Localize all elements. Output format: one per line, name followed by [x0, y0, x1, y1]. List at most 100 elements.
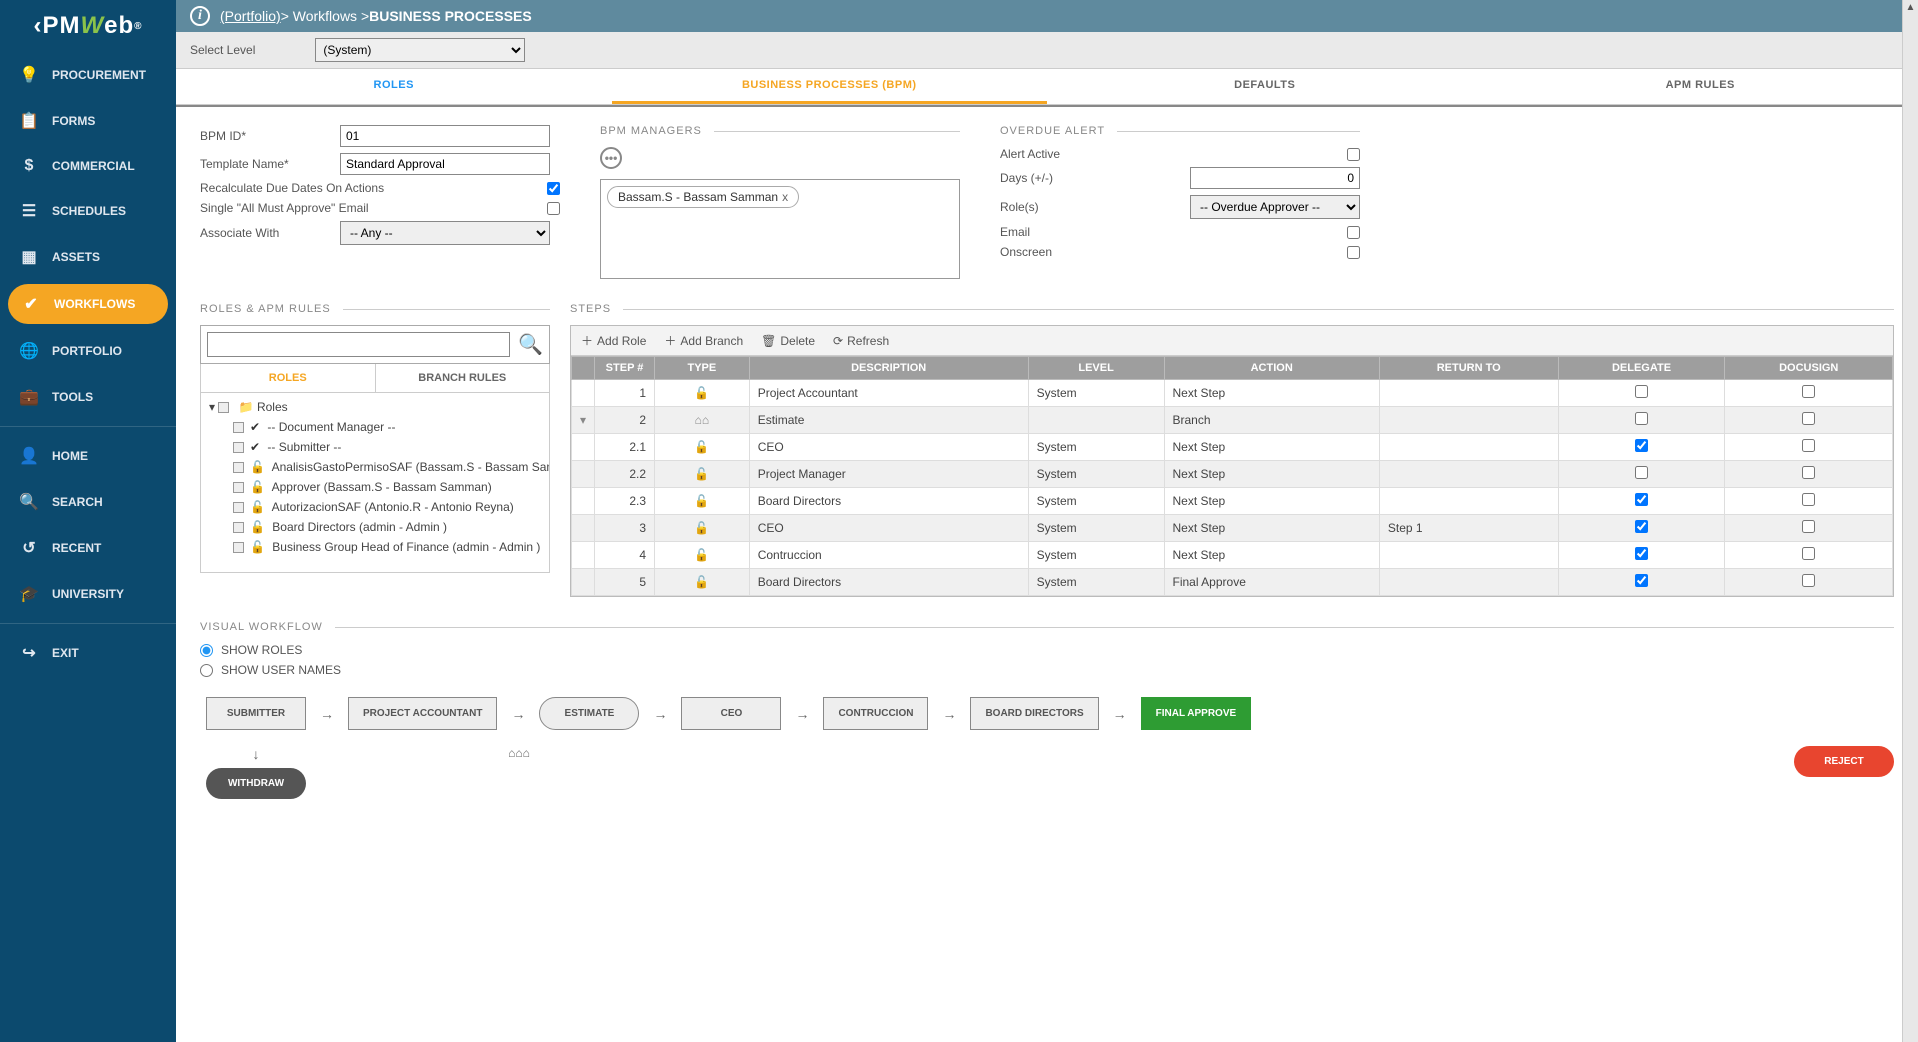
- overdue-onscreen-checkbox[interactable]: [1347, 246, 1360, 259]
- nav-schedules[interactable]: ☰SCHEDULES: [0, 188, 176, 234]
- docusign-checkbox[interactable]: [1802, 520, 1815, 533]
- overdue-email-checkbox[interactable]: [1347, 226, 1360, 239]
- docusign-checkbox[interactable]: [1802, 547, 1815, 560]
- node-final-approve[interactable]: FINAL APPROVE: [1141, 697, 1252, 730]
- overdue-onscreen-label: Onscreen: [1000, 245, 1347, 259]
- table-row[interactable]: 2.1🔓CEOSystemNext Step: [572, 434, 1893, 461]
- docusign-checkbox[interactable]: [1802, 439, 1815, 452]
- bpm-id-label: BPM ID*: [200, 129, 340, 143]
- info-icon[interactable]: i: [190, 6, 210, 26]
- node-contruccion[interactable]: CONTRUCCION: [823, 697, 928, 730]
- delegate-checkbox[interactable]: [1635, 547, 1648, 560]
- roles-tree[interactable]: ▾ 📁 Roles ✔ -- Document Manager --✔ -- S…: [200, 393, 550, 573]
- delegate-checkbox[interactable]: [1635, 466, 1648, 479]
- single-email-label: Single "All Must Approve" Email: [200, 201, 547, 215]
- nav-commercial[interactable]: $COMMERCIAL: [0, 144, 176, 188]
- show-usernames-label: SHOW USER NAMES: [221, 663, 341, 677]
- recalc-checkbox[interactable]: [547, 182, 560, 195]
- nav-procurement[interactable]: 💡PROCUREMENT: [0, 52, 176, 98]
- tree-item[interactable]: 🔓 Business Group Head of Finance (admin …: [205, 537, 545, 557]
- main-tabs: ROLES BUSINESS PROCESSES (BPM) DEFAULTS …: [176, 69, 1918, 105]
- table-row[interactable]: 2.2🔓Project ManagerSystemNext Step: [572, 461, 1893, 488]
- node-board-directors[interactable]: BOARD DIRECTORS: [970, 697, 1098, 730]
- delegate-checkbox[interactable]: [1635, 520, 1648, 533]
- delegate-checkbox[interactable]: [1635, 412, 1648, 425]
- refresh-button[interactable]: ⟳ Refresh: [833, 332, 889, 349]
- nav-assets[interactable]: ▦ASSETS: [0, 234, 176, 280]
- days-input[interactable]: [1190, 167, 1360, 189]
- show-roles-label: SHOW ROLES: [221, 643, 302, 657]
- managers-more-icon[interactable]: •••: [600, 147, 622, 169]
- node-estimate[interactable]: ESTIMATE: [539, 697, 639, 730]
- roles-search-input[interactable]: [207, 332, 510, 357]
- table-row[interactable]: 5🔓Board DirectorsSystemFinal Approve: [572, 569, 1893, 596]
- select-level-dropdown[interactable]: (System): [315, 38, 525, 62]
- node-reject[interactable]: REJECT: [1794, 746, 1894, 777]
- docusign-checkbox[interactable]: [1802, 574, 1815, 587]
- breadcrumb-portfolio-link[interactable]: (Portfolio): [220, 8, 281, 24]
- alert-active-checkbox[interactable]: [1347, 148, 1360, 161]
- associate-dropdown[interactable]: -- Any --: [340, 221, 550, 245]
- show-roles-radio[interactable]: [200, 644, 213, 657]
- nav-tools[interactable]: 💼TOOLS: [0, 374, 176, 420]
- delegate-checkbox[interactable]: [1635, 385, 1648, 398]
- nav-home[interactable]: 👤HOME: [0, 433, 176, 479]
- delegate-checkbox[interactable]: [1635, 439, 1648, 452]
- search-icon[interactable]: 🔍: [518, 332, 543, 357]
- node-ceo[interactable]: CEO: [681, 697, 781, 730]
- nav-recent[interactable]: ↺RECENT: [0, 525, 176, 571]
- select-level-label: Select Level: [190, 43, 255, 57]
- nav-search[interactable]: 🔍SEARCH: [0, 479, 176, 525]
- tab-defaults[interactable]: DEFAULTS: [1047, 69, 1483, 104]
- add-role-button[interactable]: ＋ Add Role: [581, 332, 646, 349]
- subtab-roles[interactable]: ROLES: [201, 364, 375, 392]
- table-row[interactable]: 2.3🔓Board DirectorsSystemNext Step: [572, 488, 1893, 515]
- single-email-checkbox[interactable]: [547, 202, 560, 215]
- level-bar: Select Level (System): [176, 32, 1918, 69]
- nav-university[interactable]: 🎓UNIVERSITY: [0, 571, 176, 617]
- tab-apm-rules[interactable]: APM RULES: [1483, 69, 1918, 104]
- tree-item[interactable]: 🔓 Approver (Bassam.S - Bassam Samman): [205, 477, 545, 497]
- template-name-input[interactable]: [340, 153, 550, 175]
- docusign-checkbox[interactable]: [1802, 493, 1815, 506]
- nav-portfolio[interactable]: 🌐PORTFOLIO: [0, 328, 176, 374]
- template-name-label: Template Name*: [200, 157, 340, 171]
- subtab-branch-rules[interactable]: BRANCH RULES: [375, 364, 550, 392]
- tree-item[interactable]: 🔓 Board Directors (admin - Admin ): [205, 517, 545, 537]
- overdue-roles-dropdown[interactable]: -- Overdue Approver --: [1190, 195, 1360, 219]
- nav-workflows[interactable]: ✔WORKFLOWS: [8, 284, 168, 324]
- docusign-checkbox[interactable]: [1802, 412, 1815, 425]
- node-project-accountant[interactable]: PROJECT ACCOUNTANT: [348, 697, 497, 730]
- delete-button[interactable]: 🗑 Delete: [761, 332, 815, 349]
- scrollbar[interactable]: ▲: [1902, 0, 1918, 1042]
- add-branch-button[interactable]: ＋ Add Branch: [664, 332, 743, 349]
- delegate-checkbox[interactable]: [1635, 493, 1648, 506]
- tree-root[interactable]: ▾ 📁 Roles: [205, 397, 545, 417]
- node-submitter[interactable]: SUBMITTER: [206, 697, 306, 730]
- table-row[interactable]: ▾2⌂⌂EstimateBranch: [572, 407, 1893, 434]
- tab-roles[interactable]: ROLES: [176, 69, 612, 104]
- node-withdraw[interactable]: WITHDRAW: [206, 768, 306, 799]
- tree-item[interactable]: ✔ -- Submitter --: [205, 437, 545, 457]
- table-row[interactable]: 3🔓CEOSystemNext StepStep 1: [572, 515, 1893, 542]
- bpm-id-input[interactable]: [340, 125, 550, 147]
- nav-icon: ✔: [20, 294, 42, 314]
- chip-remove-icon[interactable]: x: [782, 190, 788, 204]
- managers-box[interactable]: Bassam.S - Bassam Sammanx: [600, 179, 960, 279]
- tab-bpm[interactable]: BUSINESS PROCESSES (BPM): [612, 69, 1048, 104]
- scroll-up-icon[interactable]: ▲: [1903, 0, 1918, 15]
- alert-active-label: Alert Active: [1000, 147, 1347, 161]
- nav-forms[interactable]: 📋FORMS: [0, 98, 176, 144]
- nav-exit[interactable]: ↪EXIT: [0, 630, 176, 676]
- days-label: Days (+/-): [1000, 171, 1080, 185]
- tree-item[interactable]: ✔ -- Document Manager --: [205, 417, 545, 437]
- manager-chip[interactable]: Bassam.S - Bassam Sammanx: [607, 186, 799, 208]
- table-row[interactable]: 4🔓ContruccionSystemNext Step: [572, 542, 1893, 569]
- tree-item[interactable]: 🔓 AutorizacionSAF (Antonio.R - Antonio R…: [205, 497, 545, 517]
- docusign-checkbox[interactable]: [1802, 385, 1815, 398]
- show-usernames-radio[interactable]: [200, 664, 213, 677]
- tree-item[interactable]: 🔓 AnalisisGastoPermisoSAF (Bassam.S - Ba…: [205, 457, 545, 477]
- delegate-checkbox[interactable]: [1635, 574, 1648, 587]
- docusign-checkbox[interactable]: [1802, 466, 1815, 479]
- table-row[interactable]: 1🔓Project AccountantSystemNext Step: [572, 380, 1893, 407]
